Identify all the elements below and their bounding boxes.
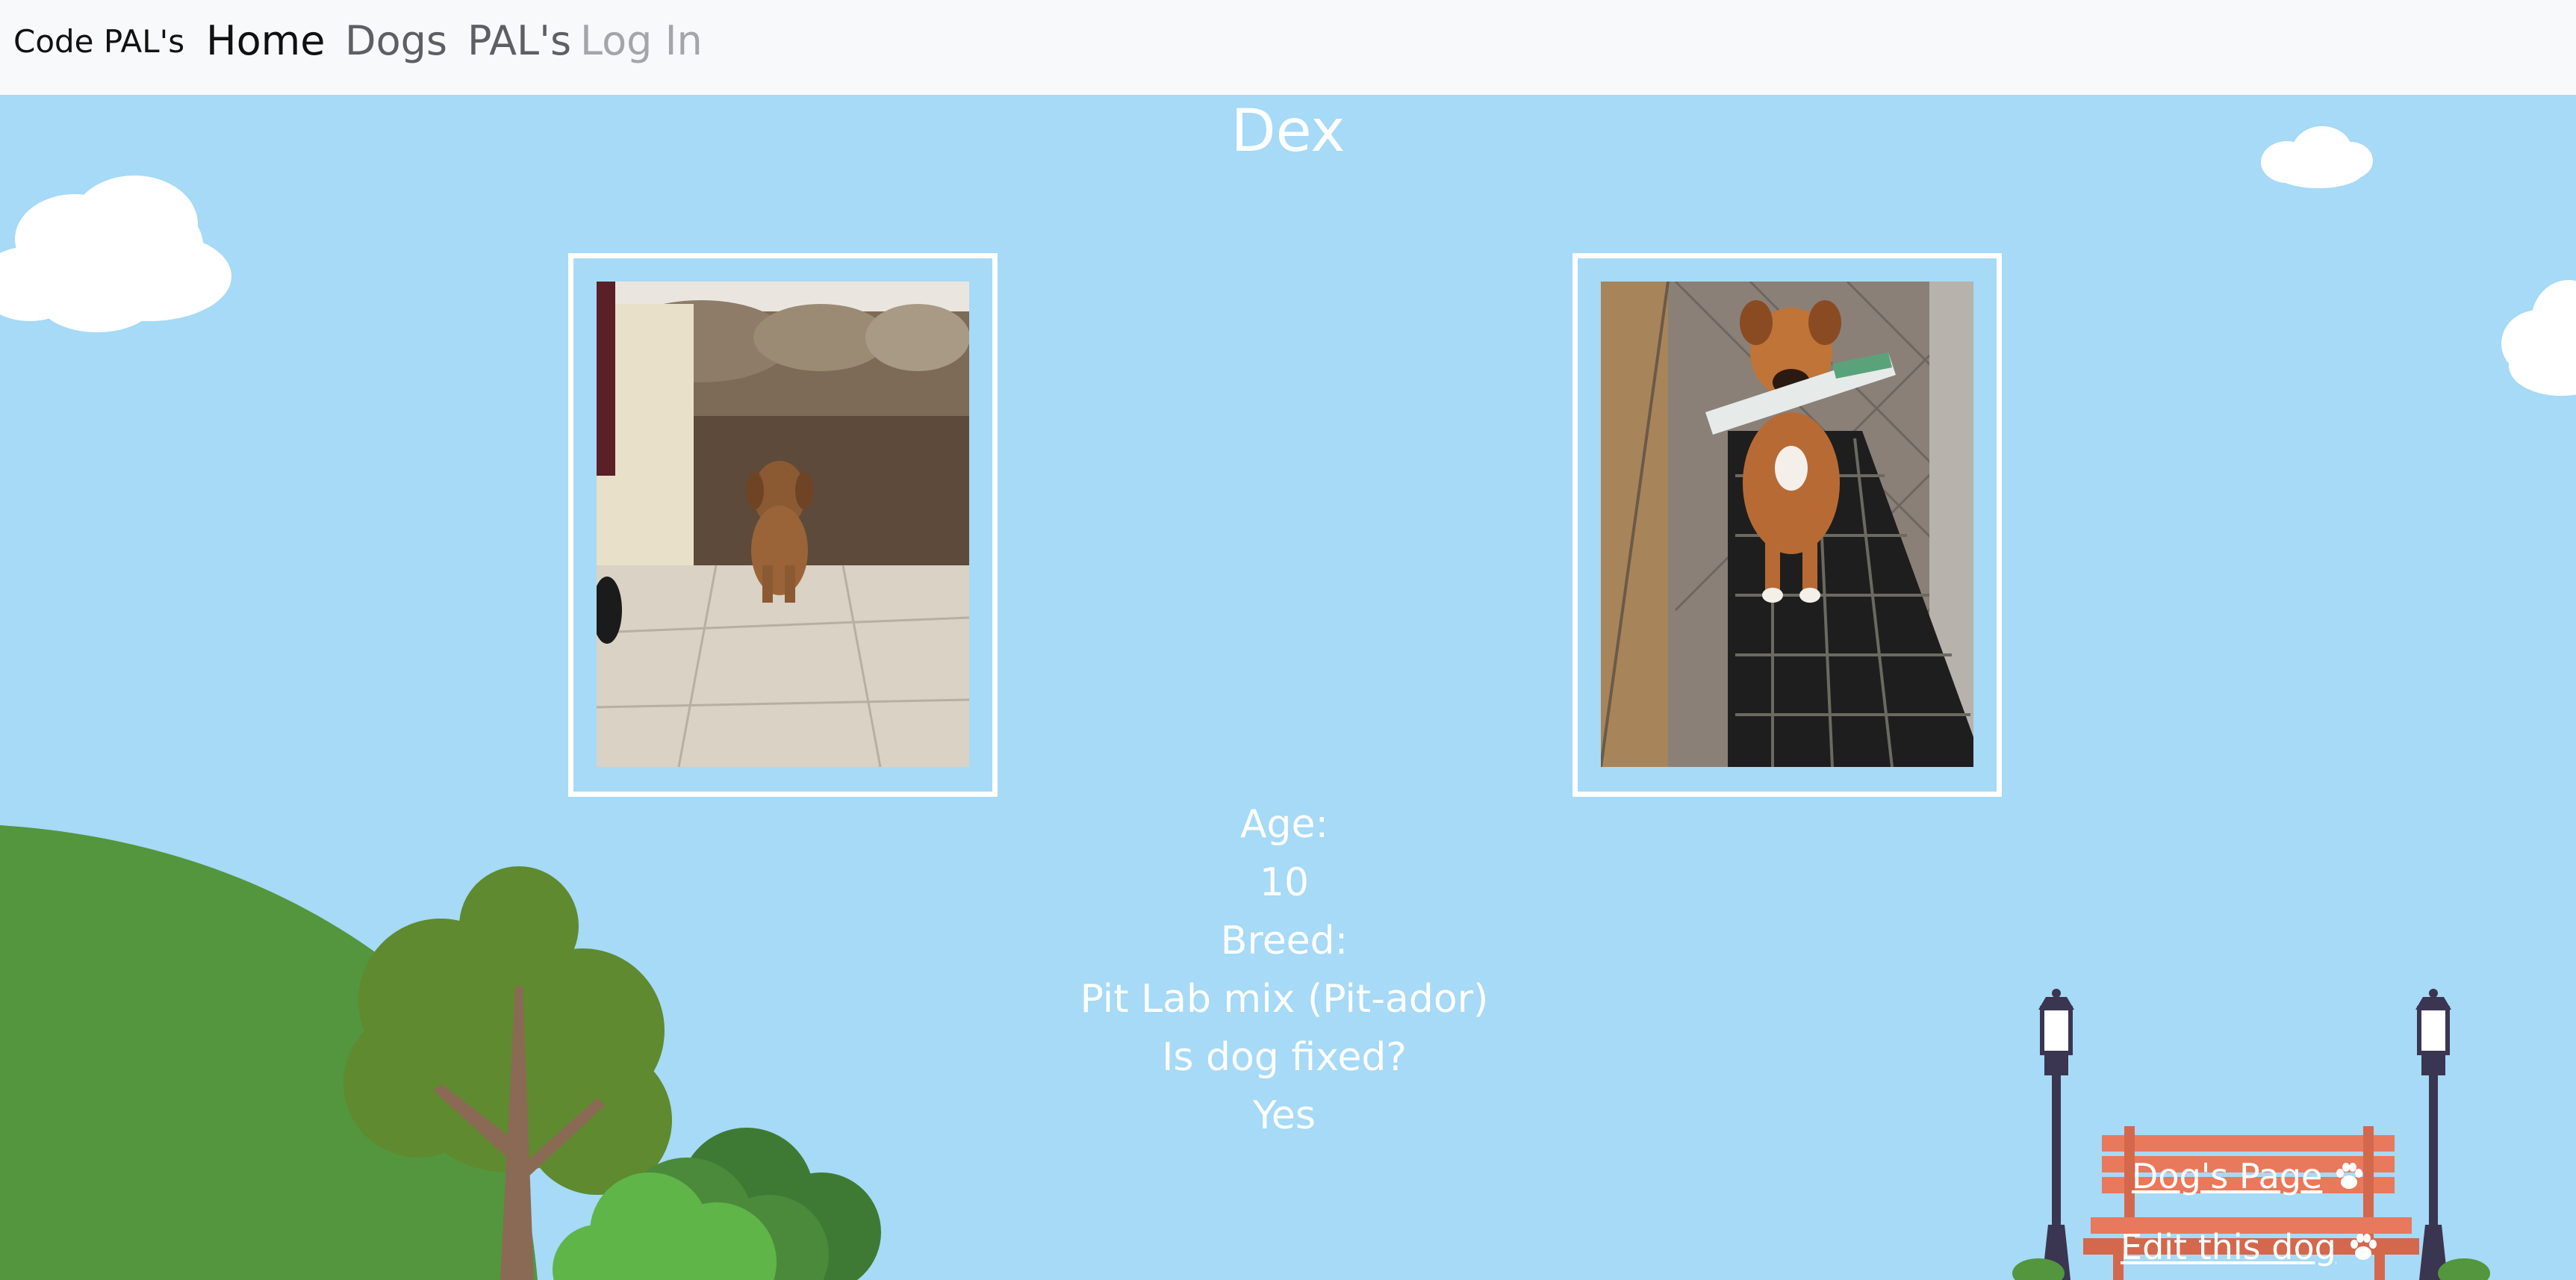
edit-dog-label: Edit this dog — [2121, 1227, 2336, 1267]
fixed-label: Is dog fixed? — [1162, 1035, 1407, 1080]
cloud-right-edge — [2501, 280, 2576, 396]
dog-photo-puppy — [597, 282, 969, 767]
dogs-page-label: Dog's Page — [2132, 1156, 2323, 1196]
paw-icon — [2336, 1163, 2363, 1189]
dogs-page-link[interactable]: Dog's Page — [2132, 1156, 2365, 1196]
edit-dog-link[interactable]: Edit this dog — [2121, 1227, 2380, 1267]
fixed-value: Yes — [1253, 1093, 1316, 1138]
breed-value: Pit Lab mix (Pit-ador) — [1080, 977, 1489, 1022]
paw-icon — [2350, 1234, 2377, 1260]
lamp-left — [2038, 989, 2074, 1280]
dog-photo-frame-1 — [568, 253, 998, 797]
age-value: 10 — [1259, 860, 1310, 905]
cloud-left — [0, 175, 231, 332]
dog-name-heading: Dex — [1231, 98, 1345, 165]
breed-label: Breed: — [1220, 919, 1348, 963]
age-label: Age: — [1239, 802, 1329, 847]
dog-photo-frame-2 — [1572, 253, 2002, 797]
dog-photo-adult — [1601, 282, 1973, 767]
lamp-right — [2415, 989, 2451, 1280]
